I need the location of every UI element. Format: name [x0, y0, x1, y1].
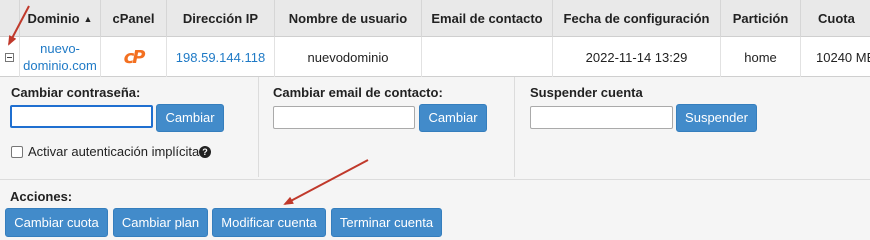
- table-header: Dominio ▲ cPanel Dirección IP Nombre de u…: [0, 0, 870, 37]
- column-header-email[interactable]: Email de contacto: [421, 0, 552, 37]
- column-header-domain-label: Dominio: [27, 11, 80, 26]
- change-password-label: Cambiar contraseña:: [11, 85, 141, 100]
- cpanel-cell: cP: [100, 37, 166, 77]
- change-email-button[interactable]: Cambiar: [419, 104, 487, 132]
- column-divider: [258, 77, 259, 177]
- partition-cell: home: [720, 37, 800, 77]
- table-row: nuevo-dominio.com cP 198.59.144.118 nuev…: [0, 37, 870, 77]
- suspend-account-label: Suspender cuenta: [530, 85, 643, 100]
- change-plan-button[interactable]: Cambiar plan: [113, 208, 208, 237]
- collapse-icon[interactable]: [5, 52, 14, 62]
- suspend-reason-input[interactable]: [530, 106, 673, 129]
- date-value: 2022-11-14 13:29: [585, 49, 688, 65]
- username-cell: nuevodominio: [274, 37, 421, 77]
- terminate-account-button[interactable]: Terminar cuenta: [331, 208, 442, 237]
- implicit-auth-checkbox[interactable]: [11, 146, 23, 158]
- column-header-partition-label: Partición: [732, 11, 789, 26]
- column-divider: [514, 77, 515, 177]
- domain-cell: nuevo-dominio.com: [19, 37, 100, 77]
- email-cell: [421, 37, 552, 77]
- suspend-button[interactable]: Suspender: [676, 104, 757, 132]
- cpanel-logo-icon[interactable]: cP: [124, 47, 146, 68]
- column-header-domain[interactable]: Dominio ▲: [19, 0, 100, 37]
- sort-ascending-icon: ▲: [83, 14, 93, 24]
- username-value: nuevodominio: [307, 49, 389, 65]
- column-header-username-label: Nombre de usuario: [288, 11, 408, 26]
- change-email-label: Cambiar email de contacto:: [273, 85, 443, 100]
- column-header-ip-label: Dirección IP: [182, 11, 259, 26]
- column-header-cpanel-label: cPanel: [112, 11, 155, 26]
- column-header-cpanel[interactable]: cPanel: [100, 0, 166, 37]
- column-header-username[interactable]: Nombre de usuario: [274, 0, 421, 37]
- section-divider: [0, 179, 870, 180]
- quota-value: 10240 MB: [816, 49, 870, 65]
- quota-cell: 10240 MB: [800, 37, 870, 77]
- column-header-date-label: Fecha de configuración: [563, 11, 710, 26]
- password-input[interactable]: [10, 105, 153, 128]
- partition-value: home: [744, 49, 777, 65]
- ip-link[interactable]: 198.59.144.118: [176, 50, 265, 65]
- date-cell: 2022-11-14 13:29: [552, 37, 720, 77]
- modify-account-button[interactable]: Modificar cuenta: [212, 208, 326, 237]
- column-header-ip[interactable]: Dirección IP: [166, 0, 274, 37]
- ip-cell: 198.59.144.118: [166, 37, 274, 77]
- column-header-quota-label: Cuota: [818, 11, 855, 26]
- change-password-button[interactable]: Cambiar: [156, 104, 224, 132]
- account-details-panel: Cambiar contraseña: Cambiar Activar aute…: [0, 77, 870, 240]
- help-icon[interactable]: ?: [199, 146, 211, 158]
- change-quota-button[interactable]: Cambiar cuota: [5, 208, 108, 237]
- contact-email-input[interactable]: [273, 106, 415, 129]
- column-header-quota[interactable]: Cuota: [800, 0, 870, 37]
- domain-link[interactable]: nuevo-dominio.com: [20, 40, 100, 74]
- implicit-auth-label: Activar autenticación implícita: [28, 144, 200, 159]
- expand-cell: [0, 37, 19, 77]
- column-header-email-label: Email de contacto: [431, 11, 543, 26]
- column-header-date[interactable]: Fecha de configuración: [552, 0, 720, 37]
- column-header-expand: [0, 0, 19, 37]
- actions-label: Acciones:: [10, 189, 73, 204]
- column-header-partition[interactable]: Partición: [720, 0, 800, 37]
